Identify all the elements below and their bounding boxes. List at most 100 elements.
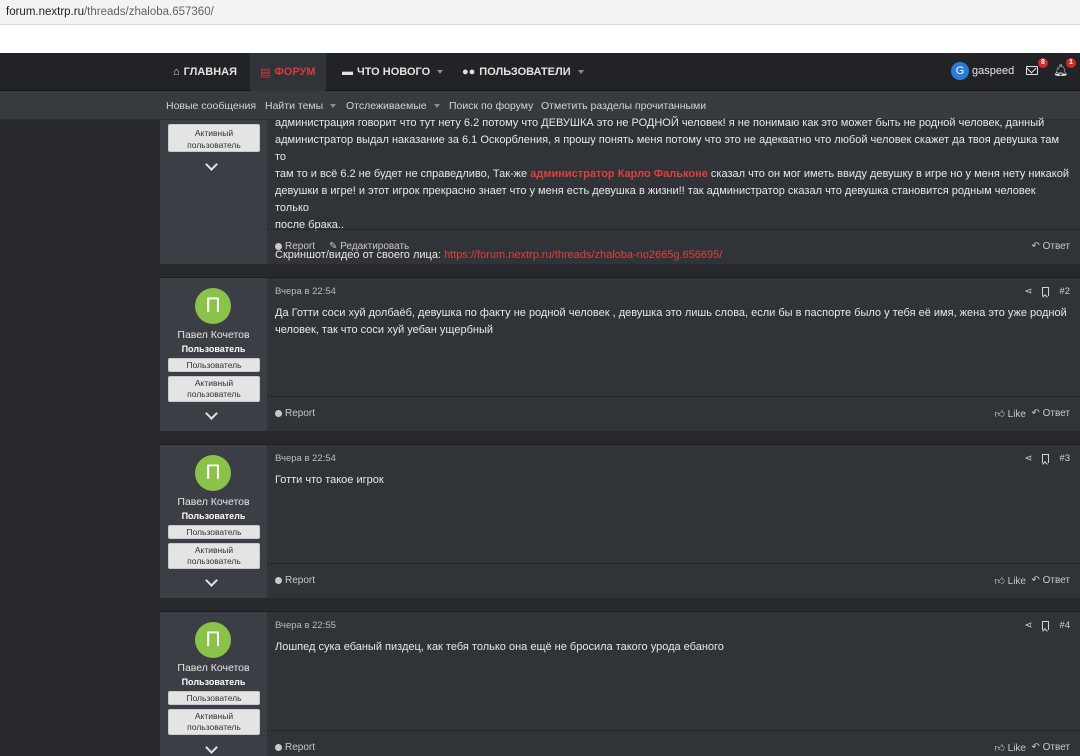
subnav-search-forum[interactable]: Поиск по форуму bbox=[449, 100, 533, 112]
reply-button[interactable]: ↶ Ответ bbox=[1031, 241, 1070, 252]
avatar[interactable]: П bbox=[195, 455, 231, 491]
nav-members[interactable]: ●● ПОЛЬЗОВАТЕЛИ bbox=[462, 53, 584, 91]
subnav-find-threads-label: Найти темы bbox=[265, 100, 324, 112]
username-link[interactable]: gaspeed bbox=[972, 65, 1014, 77]
edit-button[interactable]: ✎ Редактировать bbox=[329, 241, 409, 252]
nav-members-label: ПОЛЬЗОВАТЕЛИ bbox=[479, 66, 571, 78]
report-label: Report bbox=[285, 742, 316, 753]
post-author-block: П Павел Кочетов Пользователь Пользовател… bbox=[160, 278, 267, 431]
comment-icon: ▬ bbox=[342, 66, 353, 78]
subnav-new-posts[interactable]: Новые сообщения bbox=[166, 100, 256, 112]
user-group-badge: Пользователь bbox=[168, 358, 260, 372]
like-label: Like bbox=[1007, 743, 1026, 754]
bookmark-icon[interactable] bbox=[1042, 454, 1050, 463]
post-body: администрация говорит что тут нету 6.2 п… bbox=[267, 117, 1080, 264]
reply-button[interactable]: ↶ Ответ bbox=[1031, 575, 1070, 586]
author-role: Пользователь bbox=[181, 677, 246, 687]
forum-icon: ▤ bbox=[260, 66, 271, 79]
reply-button[interactable]: ↶ Ответ bbox=[1031, 408, 1070, 419]
post-footer: Report 👍︎ Like ↶ Ответ bbox=[267, 563, 1080, 598]
author-name[interactable]: Павел Кочетов bbox=[160, 662, 267, 674]
nav-forum[interactable]: ▤ ФОРУМ bbox=[250, 53, 326, 91]
report-icon bbox=[275, 577, 282, 584]
bookmark-icon[interactable] bbox=[1042, 621, 1050, 630]
chevron-down-icon[interactable] bbox=[205, 574, 218, 587]
nav-forum-label: ФОРУМ bbox=[274, 66, 316, 78]
report-icon bbox=[275, 744, 282, 751]
chevron-down-icon[interactable] bbox=[205, 407, 218, 420]
page-gutter bbox=[0, 120, 160, 756]
post-date[interactable]: Вчера в 22:54 bbox=[275, 453, 336, 464]
reply-label: Ответ bbox=[1042, 575, 1070, 586]
author-name[interactable]: Павел Кочетов bbox=[160, 496, 267, 508]
users-icon: ●● bbox=[462, 66, 476, 78]
edit-label: Редактировать bbox=[340, 241, 410, 252]
user-title-badge: Активный пользователь bbox=[168, 543, 260, 569]
post-text: Лошпед сука ебаный пиздец, как тебя толь… bbox=[275, 641, 724, 653]
post-body: Вчера в 22:54 ⋖ #2 Да Готти соси хуй дол… bbox=[267, 278, 1080, 431]
home-icon: ⌂ bbox=[173, 66, 180, 78]
post-author-block: П Павел Кочетов Пользователь Пользовател… bbox=[160, 445, 267, 598]
reply-icon: ↶ bbox=[1031, 575, 1040, 586]
post-number[interactable]: #4 bbox=[1059, 620, 1070, 631]
post-body: Вчера в 22:54 ⋖ #3 Готти что такое игрок… bbox=[267, 445, 1080, 598]
main-navbar: ⌂ ГЛАВНАЯ ▤ ФОРУМ ▬ ЧТО НОВОГО ●● ПОЛЬЗОВАТЕ… bbox=[0, 53, 1080, 91]
user-group-badge: Пользователь bbox=[168, 525, 260, 539]
user-title-badge: Активный пользователь bbox=[168, 124, 260, 152]
subnav-watched[interactable]: Отслеживаемые bbox=[346, 100, 440, 112]
post-tools: ⋖ #2 bbox=[1024, 286, 1070, 297]
like-button[interactable]: 👍︎ Like bbox=[994, 742, 1026, 754]
post-text-line: администрация говорит что тут нету 6.2 п… bbox=[275, 117, 1045, 129]
user-avatar[interactable]: G bbox=[951, 62, 969, 80]
avatar[interactable]: П bbox=[195, 288, 231, 324]
subnav-find-threads[interactable]: Найти темы bbox=[265, 100, 337, 112]
post-4: П Павел Кочетов Пользователь Пользовател… bbox=[160, 611, 1080, 756]
post-2: П Павел Кочетов Пользователь Пользовател… bbox=[160, 277, 1080, 431]
post-1: Активный пользователь администрация гово… bbox=[160, 117, 1080, 264]
user-title-badge: Активный пользователь bbox=[168, 376, 260, 402]
user-group-badge: Пользователь bbox=[168, 691, 260, 705]
post-text-segment: сказал что он мог иметь ввиду девушку в … bbox=[707, 168, 1070, 180]
post-date[interactable]: Вчера в 22:54 bbox=[275, 286, 336, 297]
post-footer: Report ✎ Редактировать ↶ Ответ bbox=[267, 229, 1080, 264]
share-icon[interactable]: ⋖ bbox=[1024, 620, 1032, 631]
post-text-line: администратор выдал наказание за 6.1 Оск… bbox=[275, 134, 1060, 163]
chevron-down-icon bbox=[577, 70, 584, 74]
user-title-badge: Активный пользователь bbox=[168, 709, 260, 735]
mention-link[interactable]: администратор Карло Фальконе bbox=[530, 168, 708, 180]
bookmark-icon[interactable] bbox=[1042, 287, 1050, 296]
share-icon[interactable]: ⋖ bbox=[1024, 453, 1032, 464]
post-number[interactable]: #3 bbox=[1059, 453, 1070, 464]
chevron-down-icon[interactable] bbox=[205, 158, 218, 171]
author-name[interactable]: Павел Кочетов bbox=[160, 329, 267, 341]
post-number[interactable]: #2 bbox=[1059, 286, 1070, 297]
nav-whats-new[interactable]: ▬ ЧТО НОВОГО bbox=[342, 53, 444, 91]
thumbs-up-icon: 👍︎ bbox=[994, 409, 1005, 420]
post-tools: ⋖ #3 bbox=[1024, 453, 1070, 464]
reply-icon: ↶ bbox=[1031, 241, 1040, 252]
like-button[interactable]: 👍︎ Like bbox=[994, 575, 1026, 587]
share-icon[interactable]: ⋖ bbox=[1024, 286, 1032, 297]
reply-button[interactable]: ↶ Ответ bbox=[1031, 742, 1070, 753]
report-button[interactable]: Report bbox=[275, 408, 315, 419]
post-footer: Report 👍︎ Like ↶ Ответ bbox=[267, 730, 1080, 756]
post-text-line: девушки в игре! и этот игрок прекрасно з… bbox=[275, 185, 1036, 214]
pencil-icon: ✎ bbox=[329, 241, 338, 252]
chevron-down-icon bbox=[330, 104, 337, 109]
report-button[interactable]: Report bbox=[275, 241, 315, 252]
report-button[interactable]: Report bbox=[275, 742, 315, 753]
chevron-down-icon[interactable] bbox=[205, 741, 218, 754]
post-text-line: там то и всё 6.2 не будет не справедливо… bbox=[275, 166, 1070, 183]
report-button[interactable]: Report bbox=[275, 575, 315, 586]
post-date[interactable]: Вчера в 22:55 bbox=[275, 620, 336, 631]
subnav-mark-read[interactable]: Отметить разделы прочитанными bbox=[541, 100, 706, 112]
post-author-block: Активный пользователь bbox=[160, 120, 267, 264]
nav-home[interactable]: ⌂ ГЛАВНАЯ bbox=[173, 53, 237, 91]
address-bar[interactable]: forum.nextrp.ru/threads/zhaloba.657360/ bbox=[0, 0, 1080, 24]
envelope-icon[interactable] bbox=[1026, 66, 1038, 75]
chevron-down-icon bbox=[433, 104, 440, 109]
author-role: Пользователь bbox=[181, 344, 246, 354]
like-button[interactable]: 👍︎ Like bbox=[994, 408, 1026, 420]
nav-home-label: ГЛАВНАЯ bbox=[183, 66, 238, 78]
avatar[interactable]: П bbox=[195, 622, 231, 658]
